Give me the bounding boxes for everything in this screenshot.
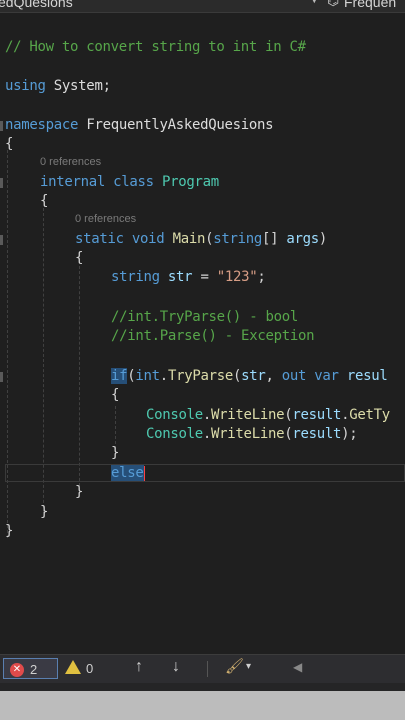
code-comment-line: //int.TryParse() - bool xyxy=(111,308,298,326)
warning-triangle-icon[interactable] xyxy=(65,660,81,674)
keyword: out xyxy=(281,368,307,384)
local-variable: str xyxy=(167,269,193,285)
triangle-left-icon[interactable]: ◀ xyxy=(293,660,302,674)
local-variable: result xyxy=(292,426,342,442)
keyword: int xyxy=(135,368,160,384)
brace: { xyxy=(40,193,49,209)
keyword: void xyxy=(131,231,165,247)
editor-status-bar: ✕ 2 0 ↑ ↓ 🖌 ▾ ◀ xyxy=(0,654,405,683)
brace: } xyxy=(40,504,49,520)
chevron-down-icon[interactable]: ▾ xyxy=(246,661,251,672)
member-dropdown[interactable]: Frequen xyxy=(344,0,396,10)
class-ref: Console xyxy=(146,407,203,423)
keyword: static xyxy=(75,231,124,247)
keyword: using xyxy=(5,78,46,94)
parameter: args xyxy=(286,231,319,247)
main-method-line: static void Main(string[] args) xyxy=(75,231,328,247)
codelens-references[interactable]: 0 references xyxy=(75,213,136,225)
method-name: WriteLine xyxy=(211,407,285,423)
fold-marker[interactable] xyxy=(0,178,3,188)
error-count: 2 xyxy=(30,662,38,677)
method-name: Main xyxy=(172,231,206,247)
keyword: string xyxy=(213,231,263,247)
brace: { xyxy=(5,136,14,152)
editor-tab-bar: edQuesions ▾ ⌬ Frequen xyxy=(0,0,405,13)
comment-text: // How to convert string to int in C# xyxy=(5,39,306,55)
keyword: string xyxy=(111,269,160,285)
class-ref: Console xyxy=(146,426,203,442)
file-dropdown[interactable]: edQuesions xyxy=(0,0,73,10)
keyword: class xyxy=(113,174,154,190)
if-line: if(int.TryParse(str, out var resul xyxy=(111,368,388,384)
fold-marker[interactable] xyxy=(0,372,3,382)
bottom-panel xyxy=(0,691,405,720)
divider xyxy=(207,661,208,677)
fold-marker[interactable] xyxy=(0,121,3,131)
keyword-highlighted: if xyxy=(111,368,128,384)
keyword-highlighted: else xyxy=(111,465,144,481)
brace: { xyxy=(111,387,120,403)
method-name: WriteLine xyxy=(211,426,285,442)
codelens-references[interactable]: 0 references xyxy=(40,156,101,168)
comment-text: //int.Parse() - Exception xyxy=(111,328,315,344)
namespace-ref: System xyxy=(53,78,103,94)
code-comment-line: //int.Parse() - Exception xyxy=(111,327,315,345)
comment-text: //int.TryParse() - bool xyxy=(111,309,298,325)
method-name: GetTy xyxy=(349,407,390,423)
text-caret xyxy=(143,465,145,481)
panel-divider xyxy=(0,683,405,691)
warning-count[interactable]: 0 xyxy=(86,661,93,676)
current-line-highlight xyxy=(5,464,405,482)
code-editor[interactable]: // How to convert string to int in C# us… xyxy=(0,13,405,654)
keyword: var xyxy=(314,368,339,384)
error-circle-icon: ✕ xyxy=(10,663,24,677)
namespace-name: FrequentlyAskedQuesions xyxy=(86,117,274,133)
code-comment-line: // How to convert string to int in C# xyxy=(5,38,306,56)
arrow-up-icon[interactable]: ↑ xyxy=(135,658,143,676)
keyword: namespace xyxy=(5,117,79,133)
arrow-down-icon[interactable]: ↓ xyxy=(172,658,180,676)
indent-guide xyxy=(79,266,80,491)
else-line: else xyxy=(111,464,145,482)
chevron-down-icon[interactable]: ▾ xyxy=(311,0,318,7)
brace: } xyxy=(5,523,14,539)
brace: { xyxy=(75,250,84,266)
keyword: internal xyxy=(40,174,106,190)
writeline-line: Console.WriteLine(result); xyxy=(146,426,358,442)
brush-icon[interactable]: 🖌 xyxy=(225,657,244,675)
brace: } xyxy=(111,445,120,461)
using-line: using System; xyxy=(5,78,111,94)
string-decl-line: string str = "123"; xyxy=(111,269,266,285)
local-variable: resul xyxy=(346,368,388,384)
local-variable: result xyxy=(292,407,342,423)
class-line: internal class Program xyxy=(40,173,219,191)
namespace-line: namespace FrequentlyAskedQuesions xyxy=(5,116,274,134)
brace: } xyxy=(75,484,84,500)
error-count-button[interactable]: ✕ 2 xyxy=(3,658,58,679)
local-variable: str xyxy=(241,368,266,384)
writeline-line: Console.WriteLine(result.GetTy xyxy=(146,407,390,423)
string-literal: "123" xyxy=(216,269,258,285)
fold-marker[interactable] xyxy=(0,235,3,245)
class-name: Program xyxy=(161,174,219,190)
method-name: TryParse xyxy=(167,368,233,384)
class-icon: ⌬ xyxy=(327,0,340,9)
